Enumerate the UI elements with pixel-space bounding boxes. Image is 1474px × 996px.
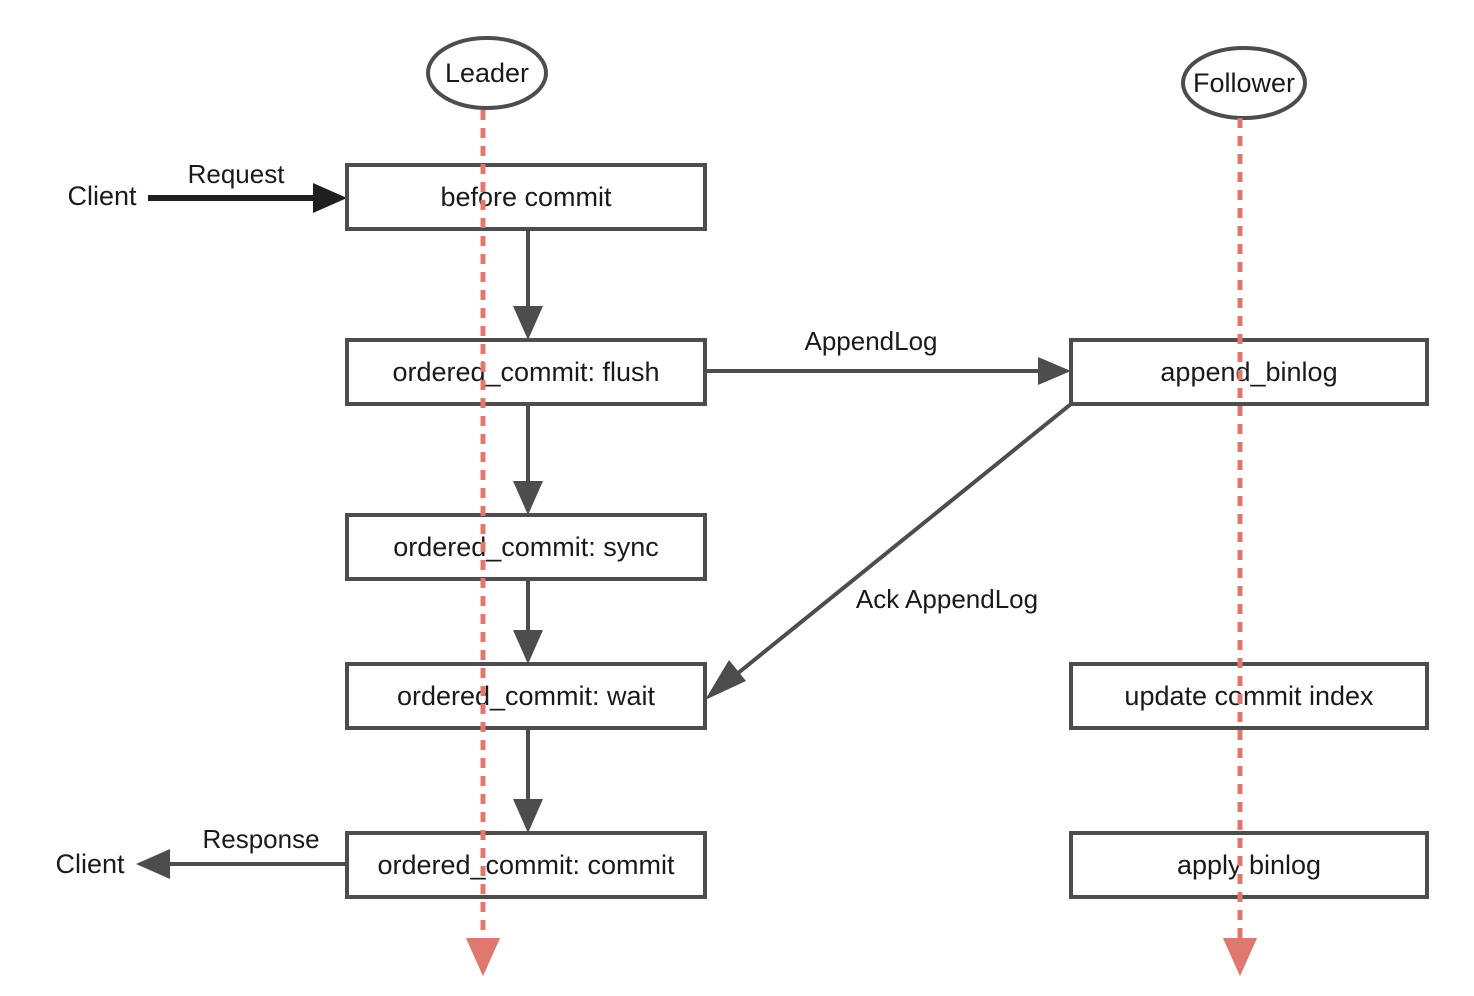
node-update-commit-index[interactable]: update commit index [1069,662,1429,730]
message-ack-append-log-line [725,402,1073,684]
node-apply-binlog-label: apply binlog [1177,850,1321,880]
endpoint-client-request: Client [67,181,137,211]
flow-before-to-flush-arrowhead [513,306,543,340]
flow-flush-to-sync-arrowhead [513,481,543,515]
message-request: Request [148,159,347,213]
flow-wait-to-commit-arrowhead [513,799,543,833]
message-ack-append-log-label: Ack AppendLog [856,584,1038,614]
message-ack-append-log: Ack AppendLog [705,402,1073,700]
message-request-label: Request [188,159,286,189]
message-append-log-label: AppendLog [804,326,937,356]
lifeline-leader-overlay-arrowhead [466,938,500,976]
message-response-label: Response [202,824,319,854]
diagram-canvas: Leader Follower Request Client AppendLog… [55,36,1429,976]
flow-wait-to-commit [513,728,543,833]
node-ordered-commit-flush-label: ordered_commit: flush [392,357,659,387]
node-update-commit-index-label: update commit index [1124,681,1374,711]
node-ordered-commit-commit-label: ordered_commit: commit [377,850,675,880]
message-append-log: AppendLog [705,326,1071,385]
flow-flush-to-sync [513,404,543,515]
sequence-diagram: Leader Follower Request Client AppendLog… [0,0,1474,996]
node-ordered-commit-flush[interactable]: ordered_commit: flush [345,338,707,406]
node-before-commit-label: before commit [440,182,612,212]
actor-follower[interactable]: Follower [1181,46,1307,120]
node-append-binlog-label: append_binlog [1160,357,1337,387]
node-apply-binlog[interactable]: apply binlog [1069,831,1429,899]
flow-sync-to-wait [513,579,543,664]
message-response-arrowhead [136,849,170,879]
node-ordered-commit-wait-label: ordered_commit: wait [397,681,656,711]
endpoint-client-response: Client [55,849,125,879]
node-ordered-commit-commit[interactable]: ordered_commit: commit [345,831,707,899]
actor-follower-label: Follower [1193,68,1295,98]
message-ack-append-log-arrowhead [705,660,746,700]
message-append-log-arrowhead [1038,357,1071,385]
node-ordered-commit-sync[interactable]: ordered_commit: sync [345,513,707,581]
node-before-commit[interactable]: before commit [345,163,707,231]
flow-sync-to-wait-arrowhead [513,630,543,664]
node-ordered-commit-wait[interactable]: ordered_commit: wait [345,662,707,730]
flow-before-to-flush [513,229,543,340]
lifeline-follower-overlay-arrowhead [1223,938,1257,976]
actor-leader[interactable]: Leader [426,36,548,110]
message-request-arrowhead [313,183,347,213]
actor-leader-label: Leader [445,58,529,88]
node-ordered-commit-sync-label: ordered_commit: sync [393,532,659,562]
message-response: Response [136,824,347,879]
node-append-binlog[interactable]: append_binlog [1069,338,1429,406]
